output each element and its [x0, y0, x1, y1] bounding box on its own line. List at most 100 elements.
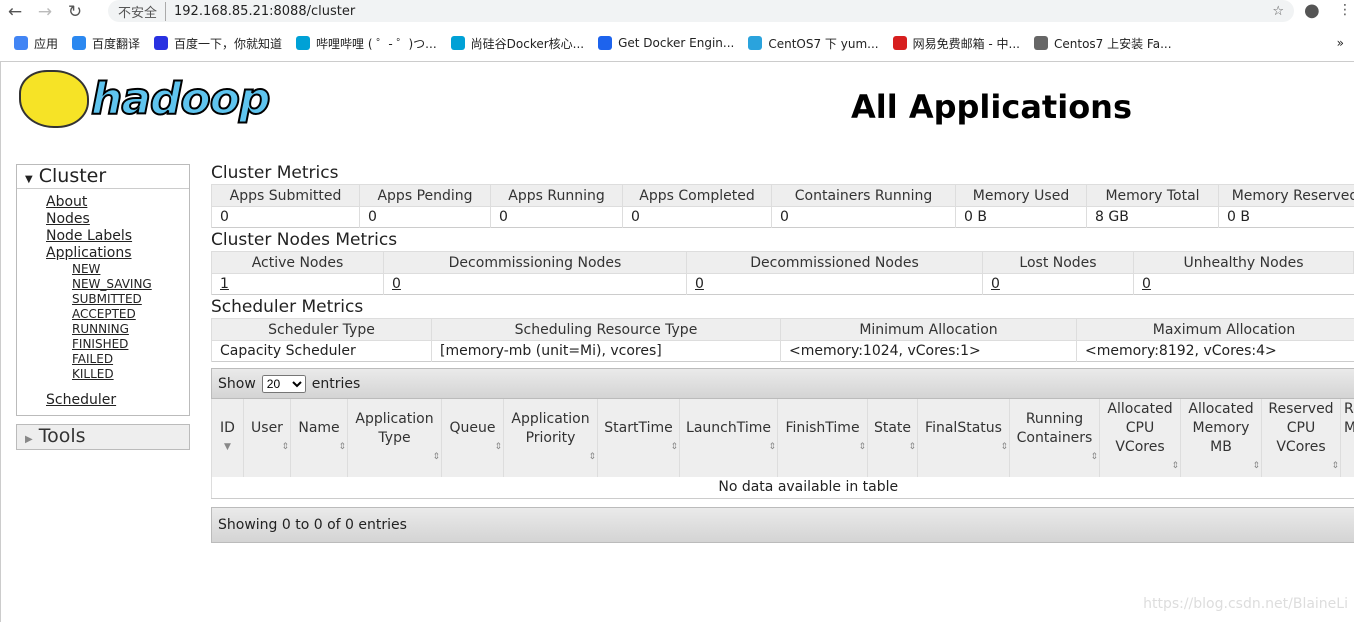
metric-link[interactable]: 1: [220, 276, 229, 292]
bookmark-label: 百度一下，你就知道: [174, 36, 283, 51]
header-label: StartTime: [604, 420, 673, 436]
hadoop-logo: hadoop: [19, 70, 271, 128]
sortable-column-header[interactable]: Allocated Memory MB ⇕: [1180, 399, 1262, 477]
header-label: Queue: [449, 420, 496, 436]
column-header: Scheduler Type: [211, 318, 432, 341]
reload-icon[interactable]: ↻: [60, 2, 90, 22]
sortable-column-header[interactable]: FinalStatus ⇕: [917, 399, 1010, 477]
column-header: Apps Running: [490, 184, 623, 207]
header-label: FinalStatus: [925, 420, 1002, 436]
metric-link[interactable]: 0: [695, 276, 704, 292]
column-header: Unhealthy Nodes: [1133, 251, 1354, 274]
bookmark-icon: [154, 36, 169, 50]
sidebar-link-about[interactable]: About: [46, 194, 189, 211]
sidebar-link-finished[interactable]: FINISHED: [72, 337, 189, 352]
sortable-column-header[interactable]: Allocated CPU VCores ⇕: [1099, 399, 1181, 477]
bookmark[interactable]: Centos7 上安装 Fa...: [1034, 35, 1172, 52]
bookmark[interactable]: Get Docker Engin...: [598, 36, 734, 50]
table-length-bar: Show 20 entries: [211, 368, 1354, 399]
metric-value: 0: [771, 206, 956, 228]
sidebar-link-applications[interactable]: Applications: [46, 245, 189, 262]
header-label: Allocated Memory MB: [1188, 401, 1254, 455]
bookmark[interactable]: 网易免费邮箱 - 中...: [892, 35, 1020, 52]
page-size-select[interactable]: 20: [261, 374, 306, 393]
sidebar-link-accepted[interactable]: ACCEPTED: [72, 307, 189, 322]
url-text[interactable]: 192.168.85.21:8088/cluster: [174, 4, 355, 19]
address-bar[interactable]: 不安全 192.168.85.21:8088/cluster ☆: [108, 0, 1294, 22]
sortable-column-header[interactable]: StartTime ⇕: [597, 399, 680, 477]
node-metrics-title: Cluster Nodes Metrics: [211, 230, 398, 250]
back-icon[interactable]: ←: [0, 2, 30, 22]
sidebar-link-failed[interactable]: FAILED: [72, 352, 189, 367]
sidebar-link-new_saving[interactable]: NEW_SAVING: [72, 277, 189, 292]
node-metrics-table: Active Nodes Decommissioning Nodes Decommi…: [211, 251, 1354, 295]
bookmark[interactable]: CentOS7 下 yum...: [748, 35, 879, 52]
sortable-column-header[interactable]: State ⇕: [867, 399, 918, 477]
bookmark[interactable]: 百度一下，你就知道: [154, 35, 282, 52]
metric-value: 0 B: [1218, 206, 1354, 228]
forward-icon[interactable]: →: [30, 2, 60, 22]
sidebar-link-node-labels[interactable]: Node Labels: [46, 228, 189, 245]
sortable-column-header[interactable]: User ⇕: [243, 399, 291, 477]
star-icon[interactable]: ☆: [1272, 4, 1294, 19]
bookmark[interactable]: 应用: [14, 35, 58, 52]
header-label: Running Containers: [1016, 410, 1093, 446]
sort-icon: ⇕: [281, 442, 289, 452]
header-label: LaunchTime: [686, 420, 771, 436]
tools-label: Tools: [38, 425, 86, 447]
sortable-column-header[interactable]: Queue ⇕: [441, 399, 504, 477]
sidebar-link-scheduler[interactable]: Scheduler: [46, 392, 189, 409]
menu-icon[interactable]: ⋮: [1338, 2, 1352, 18]
bookmark[interactable]: 尚硅谷Docker核心...: [450, 35, 584, 52]
cluster-section-toggle[interactable]: ▼ Cluster: [17, 165, 189, 189]
sort-icon: ⇕: [1171, 461, 1179, 471]
sortable-column-header[interactable]: Application Type ⇕: [347, 399, 442, 477]
bookmark-label: Centos7 上安装 Fa...: [1054, 36, 1172, 51]
metric-link[interactable]: 0: [1142, 276, 1151, 292]
metric-value: 0 B: [955, 206, 1087, 228]
metric-value: Capacity Scheduler: [211, 340, 432, 362]
more-bookmarks-icon[interactable]: »: [1337, 36, 1344, 50]
sortable-column-header[interactable]: Name ⇕: [290, 399, 348, 477]
bookmark-icon: [1034, 36, 1048, 50]
sortable-column-header[interactable]: ID ▼: [211, 399, 244, 477]
sort-icon: ⇕: [768, 442, 776, 452]
column-header: Containers Running: [771, 184, 956, 207]
sidebar-link-nodes[interactable]: Nodes: [46, 211, 189, 228]
sort-icon: ⇕: [432, 451, 440, 462]
sort-icon: ⇕: [858, 442, 866, 452]
sort-icon: ⇕: [338, 442, 346, 452]
sort-icon: ⇕: [1331, 461, 1339, 471]
sidebar-link-killed[interactable]: KILLED: [72, 367, 189, 382]
header-label: Reserved CPU VCores: [1268, 401, 1334, 455]
table-info: Showing 0 to 0 of 0 entries: [218, 516, 407, 533]
metric-link[interactable]: 0: [392, 276, 401, 292]
sortable-column-header[interactable]: Running Containers ⇕: [1009, 399, 1100, 477]
sidebar-link-submitted[interactable]: SUBMITTED: [72, 292, 189, 307]
empty-table-message: No data available in table: [718, 479, 899, 496]
profile-icon[interactable]: ●: [1304, 0, 1320, 21]
column-header: Apps Pending: [359, 184, 491, 207]
bookmark[interactable]: 百度翻译: [72, 35, 140, 52]
sortable-column-header[interactable]: FinishTime ⇕: [777, 399, 868, 477]
sortable-column-header[interactable]: LaunchTime ⇕: [679, 399, 778, 477]
sidebar-link-running[interactable]: RUNNING: [72, 322, 189, 337]
header-label: Application Priority: [511, 410, 590, 446]
tools-section-toggle[interactable]: ▶ Tools: [17, 425, 189, 449]
sort-icon: ⇕: [494, 442, 502, 452]
metric-link[interactable]: 0: [991, 276, 1000, 292]
sort-icon: ⇕: [1342, 457, 1354, 476]
bookmark-label: Get Docker Engin...: [618, 36, 735, 50]
sortable-column-header[interactable]: Application Priority ⇕: [503, 399, 598, 477]
bookmark-label: 百度翻译: [92, 36, 141, 51]
cluster-metrics-title: Cluster Metrics: [211, 163, 339, 183]
bookmark-icon: [450, 36, 465, 50]
sortable-column-header[interactable]: Reserved Memory MB ⇕: [1340, 399, 1354, 477]
show-label: Show: [218, 375, 256, 392]
bookmark[interactable]: 哔哩哔哩 ( ゜- ゜)つ...: [296, 35, 437, 52]
header-label: State: [873, 420, 912, 436]
sidebar-link-new[interactable]: NEW: [72, 262, 189, 277]
security-indicator[interactable]: 不安全: [118, 1, 167, 21]
metric-value: 8 GB: [1086, 206, 1219, 228]
sortable-column-header[interactable]: Reserved CPU VCores ⇕: [1261, 399, 1341, 477]
